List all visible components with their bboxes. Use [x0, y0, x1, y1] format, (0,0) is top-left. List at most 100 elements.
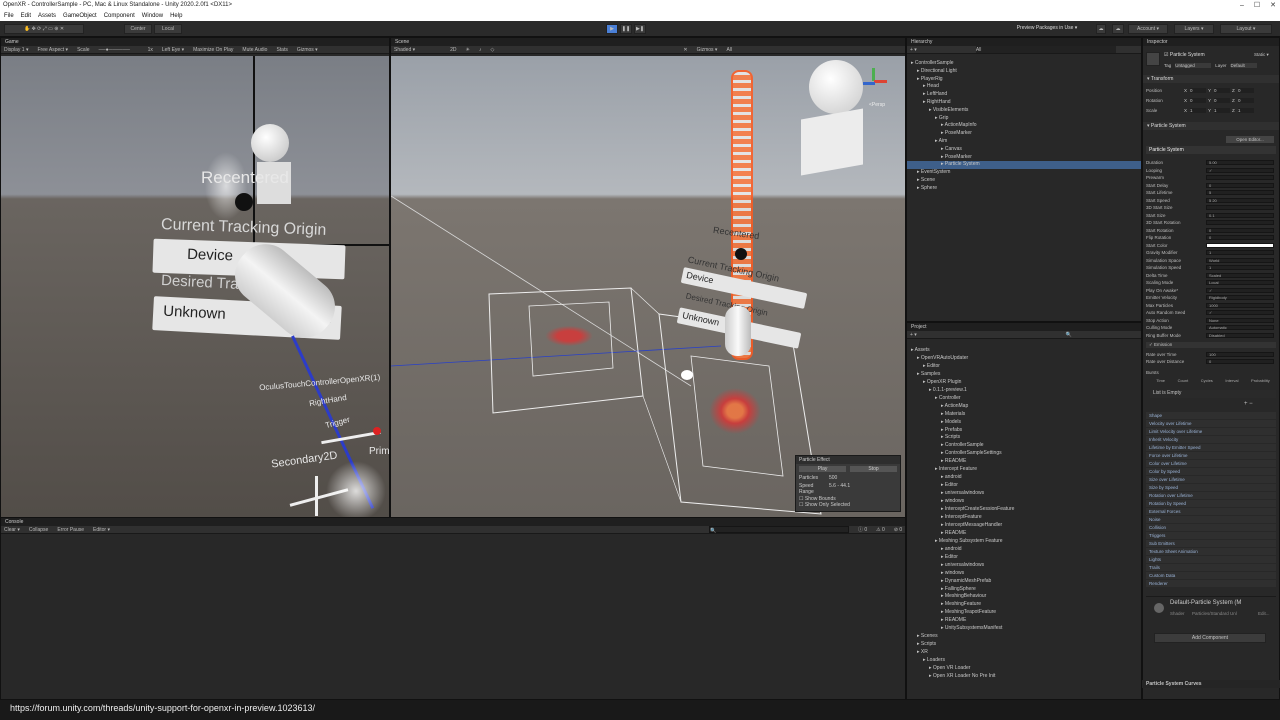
hierarchy-item[interactable]: ▸ Canvas [907, 146, 1141, 154]
property-field[interactable] [1206, 242, 1274, 248]
hierarchy-item[interactable]: ▸ PoseMarker [907, 154, 1141, 162]
scale-slider[interactable]: ──●────── [99, 46, 139, 53]
transform-z-field[interactable]: 0 [1238, 88, 1254, 93]
transform-tools[interactable]: ✋ ✥ ⟳ ⤢ ▭ ⊕ ✕ [4, 24, 84, 34]
hierarchy-item[interactable]: ▸ Head [907, 83, 1141, 91]
hierarchy-item[interactable]: ▸ RightHand [907, 99, 1141, 107]
project-item[interactable]: ▸ README [907, 530, 1141, 538]
transform-x-field[interactable]: 0 [1190, 98, 1206, 103]
object-active-toggle[interactable]: ☑ Particle System [1164, 52, 1205, 58]
effects-icon[interactable]: ◇ [491, 46, 495, 53]
module-row[interactable]: Size over Lifetime [1146, 476, 1276, 483]
module-row[interactable]: Rotation over Lifetime [1146, 492, 1276, 499]
project-item[interactable]: ▸ Scenes [907, 633, 1141, 641]
hierarchy-item[interactable]: ▸ Directional Light [907, 68, 1141, 76]
property-field[interactable]: 1000 [1206, 302, 1274, 308]
project-search[interactable]: 🔍 [1066, 331, 1072, 338]
scene-tab[interactable]: Scene [391, 38, 905, 46]
shader-edit-button[interactable]: Edit... [1258, 611, 1270, 616]
play-button[interactable]: ▶ [606, 24, 618, 34]
audio-icon[interactable]: ♪ [479, 46, 482, 53]
project-item[interactable]: ▸ InterceptCreateSessionFeature [907, 506, 1141, 514]
module-row[interactable]: Color by Speed [1146, 468, 1276, 475]
step-button[interactable]: ▶❚ [634, 24, 646, 34]
hierarchy-search[interactable]: All [975, 46, 1116, 53]
error-count[interactable]: ⊘ 0 [894, 526, 902, 533]
module-row[interactable]: Sub Emitters [1146, 540, 1276, 547]
module-row[interactable]: External Forces [1146, 508, 1276, 515]
project-item[interactable]: ▸ OpenVRAutoUpdater [907, 355, 1141, 363]
perspective-label[interactable]: <Persp [869, 102, 885, 108]
transform-x-field[interactable]: 0 [1190, 88, 1206, 93]
game-viewport[interactable]: Recentered Current Tracking Origin Devic… [1, 56, 389, 517]
close-button[interactable]: ✕ [1270, 0, 1276, 11]
pivot-toggle[interactable]: Center [124, 24, 152, 34]
project-item[interactable]: ▸ Open XR Loader No Pre Init [907, 673, 1141, 681]
property-field[interactable]: Local [1206, 280, 1274, 285]
hierarchy-add-button[interactable]: + ▾ [910, 46, 917, 53]
menu-assets[interactable]: Assets [38, 11, 56, 21]
project-item[interactable]: ▸ 0.1.1-preview.1 [907, 387, 1141, 395]
project-item[interactable]: ▸ DynamicMeshPrefab [907, 578, 1141, 586]
project-item[interactable]: ▸ Editor [907, 363, 1141, 371]
project-item[interactable]: ▸ README [907, 617, 1141, 625]
module-row[interactable]: Force over Lifetime [1146, 452, 1276, 459]
particle-play-button[interactable]: Play [799, 466, 846, 472]
emission-module[interactable]: ✓ Emission [1146, 342, 1276, 348]
editor-dropdown[interactable]: Editor ▾ [93, 526, 110, 533]
property-field[interactable]: ✓ [1206, 167, 1274, 173]
maximize-button[interactable]: ☐ [1254, 0, 1260, 11]
transform-z-field[interactable]: 1 [1238, 108, 1254, 113]
property-field[interactable]: World [1206, 257, 1274, 263]
transform-z-field[interactable]: 0 [1238, 98, 1254, 103]
property-field[interactable]: 1 [1206, 265, 1274, 270]
property-field[interactable]: Disabled [1206, 332, 1274, 338]
hierarchy-item[interactable]: ▸ VisibleElements [907, 107, 1141, 115]
game-gizmos[interactable]: Gizmos ▾ [297, 46, 318, 53]
module-row[interactable]: Renderer [1146, 580, 1276, 587]
module-row[interactable]: Velocity over Lifetime [1146, 420, 1276, 427]
module-row[interactable]: Trails [1146, 564, 1276, 571]
particle-stop-button[interactable]: Stop [850, 466, 897, 472]
2d-toggle[interactable]: 2D [450, 46, 456, 53]
project-item[interactable]: ▸ UnitySubsystemsManifest [907, 625, 1141, 633]
project-item[interactable]: ▸ Meshing Subsystem Feature [907, 538, 1141, 546]
tag-dropdown[interactable]: Untagged [1175, 63, 1212, 68]
project-item[interactable]: ▸ ActionMap [907, 403, 1141, 411]
menu-file[interactable]: File [4, 11, 14, 21]
rate-over-distance-field[interactable]: 0 [1206, 359, 1274, 364]
property-field[interactable]: Rigidbody [1206, 295, 1274, 300]
cloud-icon[interactable]: ☁ [1112, 24, 1124, 34]
scene-search[interactable]: All [726, 46, 732, 53]
property-field[interactable] [1206, 220, 1274, 225]
project-item[interactable]: ▸ XR [907, 649, 1141, 657]
project-item[interactable]: ▸ Prefabs [907, 427, 1141, 435]
property-field[interactable]: Scaled [1206, 272, 1274, 278]
property-field[interactable]: ✓ [1206, 287, 1274, 293]
project-item[interactable]: ▸ Intercept Feature [907, 466, 1141, 474]
mute-audio[interactable]: Mute Audio [242, 46, 267, 53]
project-item[interactable]: ▸ windows [907, 570, 1141, 578]
collapse-button[interactable]: Collapse [29, 526, 48, 533]
module-row[interactable]: Texture Sheet Animation [1146, 548, 1276, 555]
info-count[interactable]: ⓘ 0 [858, 526, 867, 533]
project-item[interactable]: ▸ android [907, 474, 1141, 482]
static-toggle[interactable]: Static ▾ [1254, 52, 1269, 58]
object-name[interactable]: Particle System [1170, 52, 1205, 58]
project-add-button[interactable]: + ▾ [910, 331, 917, 338]
error-pause-button[interactable]: Error Pause [57, 526, 84, 533]
property-field[interactable]: 5 20 [1206, 197, 1274, 203]
display-dropdown[interactable]: Display 1 ▾ [4, 46, 28, 53]
collab-icon[interactable]: ☁ [1096, 24, 1106, 34]
property-field[interactable] [1206, 205, 1274, 210]
hierarchy-item[interactable]: ▸ LeftHand [907, 91, 1141, 99]
project-item[interactable]: ▸ README [907, 458, 1141, 466]
module-row[interactable]: Triggers [1146, 532, 1276, 539]
project-tab[interactable]: Project [907, 323, 1141, 331]
pause-button[interactable]: ❚❚ [620, 24, 632, 34]
project-item[interactable]: ▸ ControllerSample [907, 442, 1141, 450]
particle-curves-bar[interactable]: Particle System Curves [1142, 680, 1280, 688]
hierarchy-item[interactable]: ▸ Sphere [907, 185, 1141, 193]
project-item[interactable]: ▸ FallingSphere [907, 586, 1141, 594]
show-only-selected-toggle[interactable]: ☐ Show Only Selected [796, 502, 900, 508]
